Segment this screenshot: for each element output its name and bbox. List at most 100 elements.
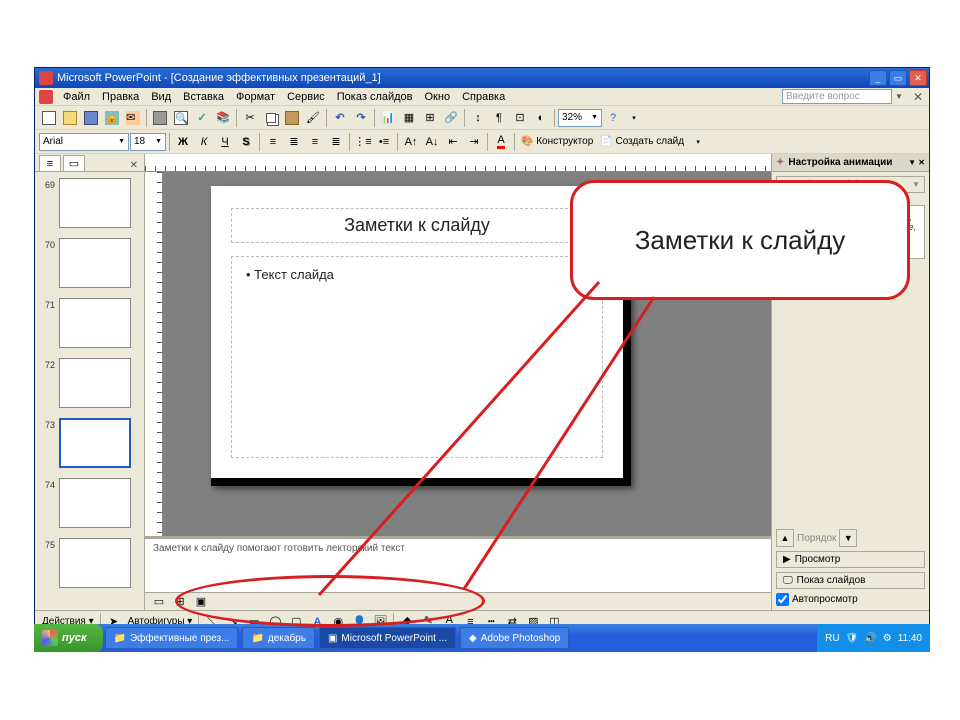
numbering-button[interactable]: ⋮≡ [353,132,373,152]
menu-insert[interactable]: Вставка [177,90,230,104]
font-name-select[interactable]: Arial▼ [39,133,129,151]
tables-borders-button[interactable]: ⊞ [420,108,440,128]
slide-title-placeholder[interactable]: Заметки к слайду [231,208,603,243]
paste-button[interactable] [282,108,302,128]
close-button[interactable]: ✕ [909,70,927,86]
decrease-indent-button[interactable]: ⇤ [443,132,463,152]
show-formatting-button[interactable]: ¶ [489,108,509,128]
toolbar-options-button[interactable]: ▾ [624,108,644,128]
maximize-button[interactable]: ▭ [889,70,907,86]
undo-button[interactable]: ↶ [330,108,350,128]
taskbar-item[interactable]: ◆Adobe Photoshop [460,627,569,649]
slide-thumbnail[interactable] [59,538,131,588]
menu-help[interactable]: Справка [456,90,511,104]
color-grayscale-button[interactable]: ◐ [531,108,551,128]
insert-table-button[interactable]: ▦ [399,108,419,128]
slide-panel: ≡ ▭ ✕ 69 70 71 72 73 74 75 [35,154,145,610]
system-tray[interactable]: RU 🛡 🔊 ⚙ 11:40 [817,624,930,652]
menu-file[interactable]: Файл [57,90,96,104]
thumbnail-list[interactable]: 69 70 71 72 73 74 75 [35,172,144,610]
preview-button[interactable]: ▶ Просмотр [776,551,925,568]
slide-thumbnail[interactable] [59,238,131,288]
research-button[interactable]: 📚 [213,108,233,128]
shadow-button[interactable]: S [236,132,256,152]
menu-slideshow[interactable]: Показ слайдов [331,90,419,104]
align-center-button[interactable]: ≣ [284,132,304,152]
tray-icon[interactable]: ⚙ [883,633,892,644]
slide-thumbnail[interactable] [59,358,131,408]
menu-view[interactable]: Вид [145,90,177,104]
normal-view-button[interactable]: ▭ [149,592,169,611]
titlebar: Microsoft PowerPoint - [Создание эффекти… [35,68,929,88]
zoom-select[interactable]: 32%▼ [558,109,602,127]
menu-edit[interactable]: Правка [96,90,145,104]
new-button[interactable] [39,108,59,128]
reorder-up-button[interactable]: ▲ [776,529,794,547]
taskbar-item-active[interactable]: ▣Microsoft PowerPoint ... [319,627,456,649]
taskbar-item[interactable]: 📁Эффективные през... [105,627,239,649]
show-grid-button[interactable]: ⊡ [510,108,530,128]
font-size-select[interactable]: 18▼ [130,133,166,151]
save-button[interactable] [81,108,101,128]
task-pane-header[interactable]: ✦ Настройка анимации ▼ ✕ [772,154,929,172]
slide-thumbnail-selected[interactable] [59,418,131,468]
decrease-font-button[interactable]: A↓ [422,132,442,152]
slideshow-view-button[interactable]: ▣ [191,592,211,611]
permissions-button[interactable]: 🔒 [102,108,122,128]
italic-button[interactable]: К [194,132,214,152]
minimize-button[interactable]: _ [869,70,887,86]
open-button[interactable] [60,108,80,128]
insert-hyperlink-button[interactable]: 🔗 [441,108,461,128]
print-preview-button[interactable]: 🔍 [171,108,191,128]
slide-thumbnail[interactable] [59,478,131,528]
spellcheck-button[interactable]: ✓ [192,108,212,128]
tray-icon[interactable]: 🔊 [864,633,876,644]
vertical-ruler[interactable] [145,172,163,536]
insert-chart-button[interactable]: 📊 [378,108,398,128]
email-button[interactable]: ✉ [123,108,143,128]
language-bar[interactable]: RU [825,633,839,644]
slides-tab[interactable]: ▭ [63,155,85,171]
clock[interactable]: 11:40 [898,633,922,644]
font-color-button[interactable]: A [491,132,511,152]
document-close-button[interactable]: ✕ [913,90,923,104]
notes-pane[interactable]: Заметки к слайду помогают готовить лекто… [145,536,771,592]
outline-tab[interactable]: ≡ [39,155,61,171]
redo-button[interactable]: ↷ [351,108,371,128]
copy-button[interactable] [261,108,281,128]
slide-canvas[interactable]: Заметки к слайду Текст слайда [211,186,631,486]
slideshow-button[interactable]: 🖵 Показ слайдов [776,572,925,589]
menu-format[interactable]: Формат [230,90,281,104]
print-button[interactable] [150,108,170,128]
new-slide-button[interactable]: 📄 Создать слайд [597,136,687,147]
slide-body-placeholder[interactable]: Текст слайда [231,256,603,458]
expand-all-button[interactable]: ↕ [468,108,488,128]
align-right-button[interactable]: ≡ [305,132,325,152]
format-painter-button[interactable]: 🖌 [303,108,323,128]
designer-button[interactable]: 🎨 Конструктор [518,136,596,147]
slide-thumbnail[interactable] [59,178,131,228]
cut-button[interactable]: ✂ [240,108,260,128]
help-button[interactable]: ? [603,108,623,128]
taskbar-item[interactable]: 📁декабрь [242,627,315,649]
menu-tools[interactable]: Сервис [281,90,331,104]
distributed-button[interactable]: ≣ [326,132,346,152]
app-icon [39,71,53,85]
tray-icon[interactable]: 🛡 [846,633,859,644]
slide-thumbnail[interactable] [59,298,131,348]
bold-button[interactable]: Ж [173,132,193,152]
horizontal-ruler[interactable] [145,154,771,172]
toolbar-options-button-2[interactable]: ▾ [688,132,708,152]
menu-window[interactable]: Окно [419,90,457,104]
underline-button[interactable]: Ч [215,132,235,152]
bullets-button[interactable]: •≡ [374,132,394,152]
reorder-down-button[interactable]: ▼ [839,529,857,547]
sorter-view-button[interactable]: ⊞ [170,592,190,611]
increase-font-button[interactable]: A↑ [401,132,421,152]
increase-indent-button[interactable]: ⇥ [464,132,484,152]
autopreview-checkbox[interactable]: Автопросмотр [776,593,925,606]
start-button[interactable]: пуск [34,624,103,652]
help-search-box[interactable]: Введите вопрос [782,89,892,104]
panel-close-button[interactable]: ✕ [128,160,140,171]
align-left-button[interactable]: ≡ [263,132,283,152]
